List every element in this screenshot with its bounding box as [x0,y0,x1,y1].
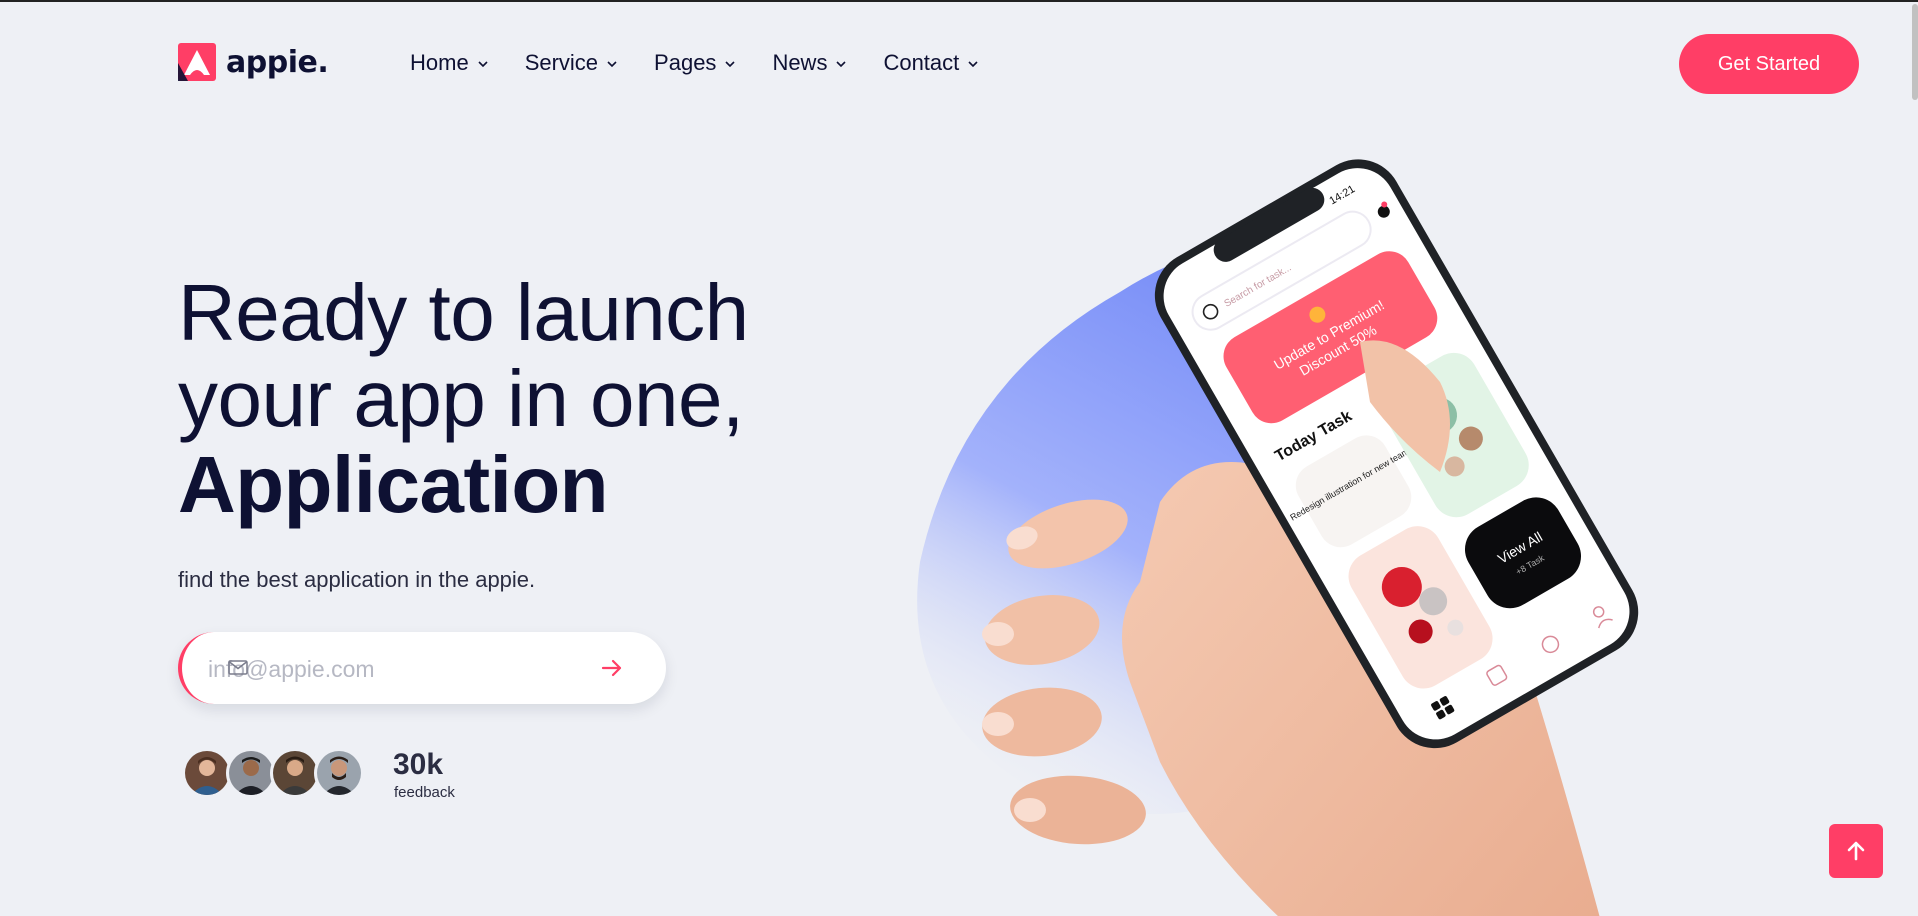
feedback-avatars [182,748,364,798]
scrollbar-thumb[interactable] [1912,4,1918,100]
nav-item-label: Contact [883,50,960,75]
nav-item-label: Pages [654,50,717,75]
nav-item-news[interactable]: News [772,50,847,76]
chevron-down-icon [725,61,736,68]
nav-item-label: Home [410,50,469,75]
appie-logo-icon [178,43,216,81]
nav-item-label: News [772,50,828,75]
hero-title-line-1: Ready to launch [178,268,749,357]
hero-title-line-3: Application [178,440,609,529]
hero-title-line-2: your app in one, [178,354,744,443]
avatar [182,748,232,798]
nav-item-pages[interactable]: Pages [654,50,736,76]
avatar [226,748,276,798]
feedback-label: feedback [394,784,455,801]
subscribe-submit-button[interactable] [594,650,630,686]
chevron-down-icon [478,61,488,68]
back-to-top-button[interactable] [1829,824,1883,878]
nav-item-contact[interactable]: Contact [883,50,979,76]
arrow-right-icon [601,659,622,677]
avatar [270,748,320,798]
hero-phone-illustration: 14:21 Search for task... Update to Premi… [917,159,1639,916]
get-started-button[interactable]: Get Started [1679,34,1859,94]
email-input[interactable] [206,632,570,706]
arrow-up-icon [1847,841,1865,861]
chevron-down-icon [968,61,978,68]
hero-title: Ready to launch your app in one, Applica… [178,270,749,528]
chevron-down-icon [836,61,847,68]
logo-text: appie. [226,44,329,80]
email-subscribe-form [178,632,666,706]
feedback-count: 30k [393,748,444,781]
nav-item-label: Service [524,50,599,75]
main-nav: Home Service Pages News Contact [410,50,1015,76]
hero-subtitle: find the best application in the appie. [178,567,536,592]
logo-link[interactable]: appie. [178,43,329,81]
site-header: appie. Home Service Pages News Contact G… [0,2,1918,124]
avatar [314,748,364,798]
chevron-down-icon [607,61,617,68]
page: appie. Home Service Pages News Contact G… [0,0,1918,916]
nav-item-service[interactable]: Service [525,50,618,76]
nav-item-home[interactable]: Home [410,50,489,76]
